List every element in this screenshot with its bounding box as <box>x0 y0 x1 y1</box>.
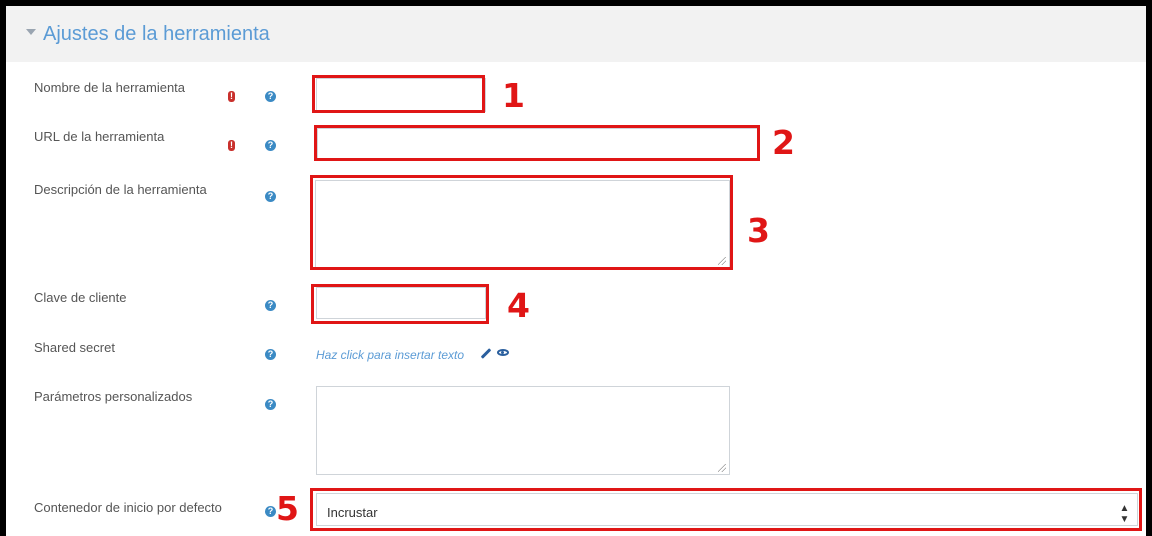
help-icon[interactable]: ? <box>265 91 276 102</box>
resize-handle-icon[interactable] <box>718 464 726 472</box>
custom-params-textarea[interactable] <box>316 386 730 475</box>
callout-number-3: 3 <box>747 211 770 250</box>
tool-description-label: Descripción de la herramienta <box>34 182 207 197</box>
callout-number-5: 5 <box>276 489 299 528</box>
pencil-icon[interactable] <box>480 348 492 359</box>
tool-url-input[interactable] <box>317 128 759 159</box>
launch-container-select[interactable]: Incrustar ▲▼ <box>316 493 1138 526</box>
section-title: Ajustes de la herramienta <box>43 23 270 45</box>
launch-container-selected: Incrustar <box>327 505 378 520</box>
help-icon[interactable]: ? <box>265 140 276 151</box>
help-icon[interactable]: ? <box>265 300 276 311</box>
callout-number-4: 4 <box>507 286 530 325</box>
settings-form: Ajustes de la herramienta Nombre de la h… <box>6 6 1146 536</box>
help-icon[interactable]: ? <box>265 399 276 410</box>
tool-url-label: URL de la herramienta <box>34 129 165 144</box>
section-header[interactable]: Ajustes de la herramienta <box>6 6 1146 62</box>
eye-icon[interactable] <box>497 349 509 356</box>
client-key-input[interactable] <box>316 287 486 319</box>
help-icon[interactable]: ? <box>265 506 276 517</box>
help-icon[interactable]: ? <box>265 191 276 202</box>
client-key-label: Clave de cliente <box>34 290 127 305</box>
launch-container-label: Contenedor de inicio por defecto <box>34 500 222 515</box>
required-icon: ! <box>228 140 235 151</box>
collapse-caret-icon[interactable] <box>26 29 36 35</box>
callout-number-2: 2 <box>772 123 795 162</box>
shared-secret-label: Shared secret <box>34 340 115 355</box>
resize-handle-icon[interactable] <box>718 257 726 265</box>
shared-secret-insert-link[interactable]: Haz click para insertar texto <box>316 348 464 362</box>
help-icon[interactable]: ? <box>265 349 276 360</box>
custom-params-label: Parámetros personalizados <box>34 389 193 404</box>
required-icon: ! <box>228 91 235 102</box>
tool-name-input[interactable] <box>316 78 486 112</box>
select-arrows-icon: ▲▼ <box>1119 503 1130 525</box>
tool-description-textarea[interactable] <box>315 180 730 268</box>
callout-number-1: 1 <box>502 76 525 115</box>
tool-name-label: Nombre de la herramienta <box>34 80 186 95</box>
